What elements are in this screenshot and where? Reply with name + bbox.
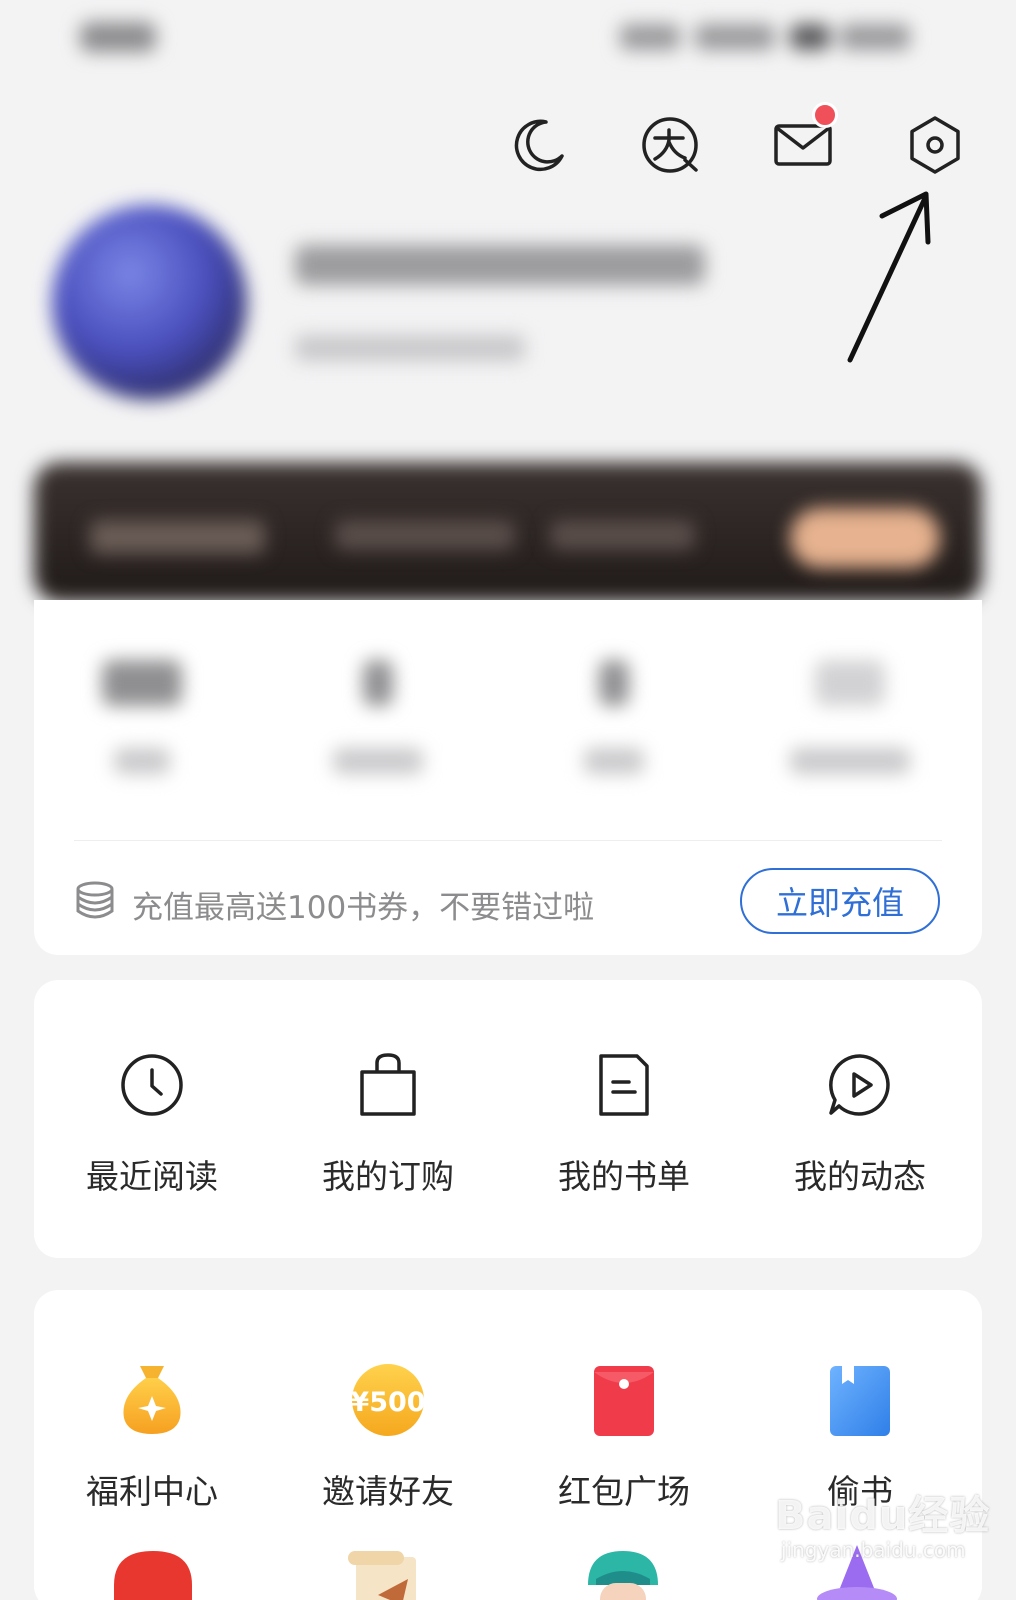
menu-item-my-orders[interactable]: 我的订购 [288, 1050, 488, 1200]
status-time [80, 22, 156, 52]
profile-subtitle [295, 335, 525, 361]
profile-name[interactable] [295, 245, 705, 285]
annotation-arrow [847, 191, 931, 363]
play-bubble-icon [829, 1054, 890, 1116]
coin-stack-icon [76, 881, 114, 919]
moon-icon [514, 119, 564, 172]
header-toolbar [0, 100, 1016, 190]
card-hat-icon[interactable] [812, 1545, 902, 1600]
scroll-icon[interactable] [342, 1545, 432, 1600]
stat-balance[interactable] [42, 650, 242, 790]
coin-500-icon: ¥500 [350, 1364, 426, 1436]
benefit-label: 邀请好友 [322, 1472, 454, 1511]
menu-label: 我的订购 [322, 1157, 454, 1196]
benefit-invite-friends[interactable]: ¥500 邀请好友 [288, 1360, 488, 1511]
unread-badge [812, 102, 838, 128]
menu-item-my-activity[interactable]: 我的动态 [760, 1050, 960, 1200]
shopping-bag-icon [360, 1053, 416, 1116]
recharge-promo-text: 充值最高送100书券，不要错过啦 [132, 890, 595, 926]
benefit-label: 偷书 [827, 1472, 893, 1511]
vip-title [90, 520, 265, 554]
status-bar [0, 0, 1016, 80]
settings-button[interactable] [890, 100, 980, 190]
recharge-button[interactable]: 立即充值 [740, 868, 940, 934]
font-size-icon [642, 117, 698, 173]
stat-vouchers[interactable] [278, 650, 478, 790]
blue-book-icon [830, 1366, 890, 1436]
vip-open-button[interactable] [790, 508, 940, 568]
font-size-button[interactable] [626, 100, 716, 190]
menu-label: 我的动态 [794, 1157, 926, 1196]
red-envelope-icon [594, 1366, 654, 1436]
menu-label: 最近阅读 [86, 1157, 218, 1196]
benefit-label: 红包广场 [558, 1472, 690, 1511]
benefit-welfare-center[interactable]: 福利中心 [52, 1360, 252, 1511]
divider [74, 840, 942, 841]
benefit-steal-book[interactable]: 偷书 [760, 1360, 960, 1511]
benefit-red-packet-square[interactable]: 红包广场 [524, 1360, 724, 1511]
money-bag-icon [123, 1366, 181, 1434]
coin-500-label: ¥500 [350, 1387, 425, 1418]
night-mode-button[interactable] [494, 100, 584, 190]
messages-button[interactable] [758, 100, 848, 190]
vip-desc-2 [550, 520, 695, 550]
benefit-label: 福利中心 [86, 1472, 218, 1511]
character-avatar-icon[interactable] [578, 1545, 668, 1600]
document-icon [599, 1054, 649, 1116]
stat-coupons[interactable] [514, 650, 714, 790]
red-circle-icon[interactable] [108, 1545, 198, 1600]
status-icons [620, 24, 920, 52]
menu-label: 我的书单 [558, 1157, 690, 1196]
menu-item-my-booklist[interactable]: 我的书单 [524, 1050, 724, 1200]
stat-wallet[interactable] [750, 650, 950, 790]
vip-desc [335, 520, 515, 550]
settings-icon [910, 116, 960, 174]
recharge-row: 充值最高送100书券，不要错过啦 立即充值 [74, 868, 944, 934]
clock-icon [121, 1054, 183, 1116]
menu-item-recent-reading[interactable]: 最近阅读 [52, 1050, 252, 1200]
avatar[interactable] [52, 205, 247, 400]
